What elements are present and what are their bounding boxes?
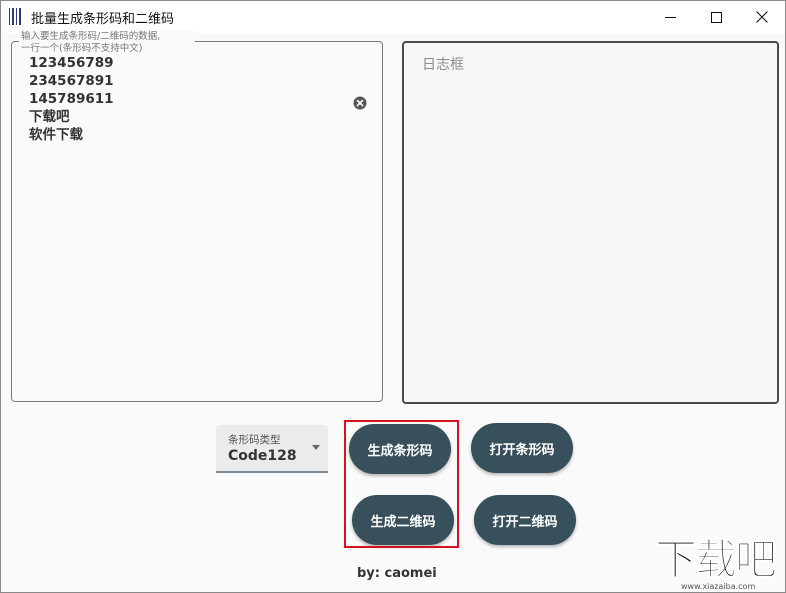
window-title: 批量生成条形码和二维码 (31, 12, 175, 27)
watermark-url: www.xiazaiba.com (681, 582, 756, 591)
input-line: 软件下载 (29, 127, 83, 143)
close-button[interactable] (739, 1, 785, 33)
open-qrcode-button[interactable]: 打开二维码 (474, 495, 576, 545)
barcode-icon (9, 8, 23, 25)
generate-barcode-button[interactable]: 生成条形码 (349, 424, 451, 474)
barcode-type-label: 条形码类型 (228, 434, 281, 446)
data-input-label: 输入要生成条形码/二维码的数据, 一行一个(条形码不支持中文) (19, 31, 195, 55)
title-bar[interactable]: 批量生成条形码和二维码 (1, 1, 785, 33)
input-line: 123456789 (29, 55, 114, 71)
author-credit: by: caomei (357, 566, 437, 581)
input-line: 下载吧 (29, 109, 70, 125)
dropdown-arrow-icon (312, 445, 320, 450)
watermark-logo: 下载吧 (654, 535, 777, 584)
minimize-button[interactable] (647, 1, 693, 33)
input-line: 145789611 (29, 91, 114, 107)
minimize-icon (664, 16, 676, 18)
data-input-lines: 123456789 234567891 145789611 下载吧 软件下载 (29, 54, 114, 144)
open-barcode-button[interactable]: 打开条形码 (471, 423, 573, 473)
log-textarea[interactable] (402, 41, 779, 404)
barcode-type-value: Code128 (228, 448, 297, 464)
clear-input-icon[interactable] (353, 96, 367, 110)
input-line: 234567891 (29, 73, 114, 89)
close-icon (756, 11, 768, 23)
generate-qrcode-button[interactable]: 生成二维码 (352, 495, 454, 545)
barcode-type-select[interactable]: 条形码类型 Code128 (216, 425, 328, 473)
maximize-button[interactable] (693, 1, 739, 33)
watermark: 下载吧 www.xiazaiba.com (649, 535, 785, 592)
app-window: 批量生成条形码和二维码 输入要生成条形码/二维码的数据, 一行一个(条形码不支持… (0, 0, 786, 593)
maximize-icon (710, 11, 722, 23)
log-placeholder: 日志框 (422, 57, 464, 73)
